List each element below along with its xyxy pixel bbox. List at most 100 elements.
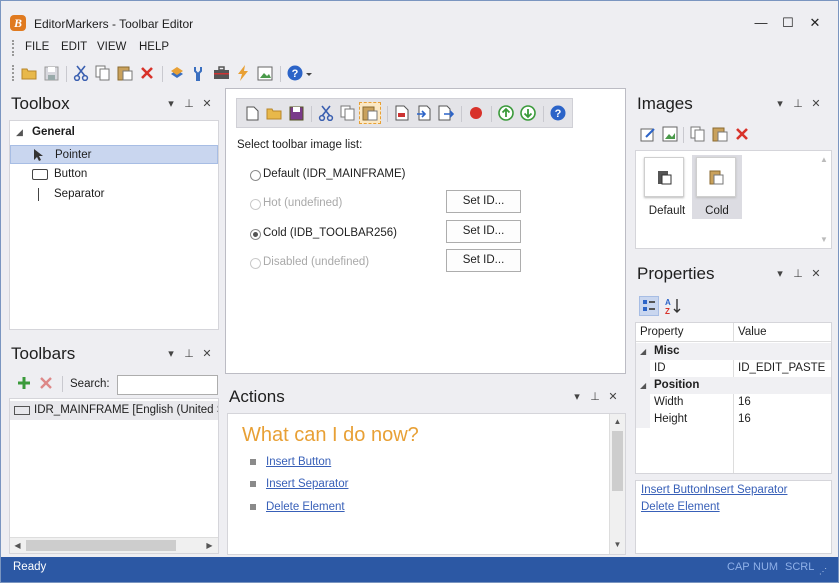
panel-close-icon[interactable]: ✕ bbox=[198, 97, 216, 110]
collapse-icon[interactable]: ◢ bbox=[640, 377, 646, 394]
layers-icon[interactable] bbox=[168, 64, 186, 82]
export-icon[interactable] bbox=[437, 104, 455, 122]
wrench-icon[interactable] bbox=[190, 64, 208, 82]
panel-close-icon[interactable]: ✕ bbox=[604, 390, 622, 403]
delete-element-link[interactable]: Delete Element bbox=[641, 501, 720, 513]
scroll-up-icon[interactable]: ▲ bbox=[820, 155, 828, 164]
menu-file[interactable]: FILE bbox=[25, 41, 49, 53]
panel-close-icon[interactable]: ✕ bbox=[198, 347, 216, 360]
insert-separator-link[interactable]: Insert Separator bbox=[266, 478, 348, 490]
pin-icon[interactable]: ⊥ bbox=[586, 390, 604, 403]
panel-close-icon[interactable]: ✕ bbox=[807, 267, 825, 280]
property-row[interactable]: ID ID_EDIT_PASTE bbox=[636, 360, 831, 377]
column-header-property[interactable]: Property bbox=[640, 326, 683, 338]
scroll-down-icon[interactable]: ▼ bbox=[820, 235, 828, 244]
image-list-radio-2[interactable] bbox=[250, 229, 261, 240]
arrow-down-icon[interactable] bbox=[519, 104, 537, 122]
scroll-right-icon[interactable]: ▶ bbox=[202, 538, 217, 553]
help-icon[interactable]: ? bbox=[286, 64, 304, 82]
scroll-left-icon[interactable]: ◀ bbox=[10, 538, 25, 553]
property-row[interactable]: Width 16 bbox=[636, 394, 831, 411]
copy-icon[interactable] bbox=[339, 104, 357, 122]
set-id-button-2[interactable]: Set ID... bbox=[446, 220, 521, 243]
image-list-option-label[interactable]: Default (IDR_MAINFRAME) bbox=[263, 168, 406, 180]
set-id-button-1[interactable]: Set ID... bbox=[446, 190, 521, 213]
panel-menu-icon[interactable]: ▾ bbox=[162, 97, 180, 110]
delete-icon[interactable] bbox=[733, 125, 751, 143]
insert-separator-link[interactable]: Insert Separator bbox=[705, 484, 787, 496]
image-list-option-label[interactable]: Disabled (undefined) bbox=[263, 256, 369, 268]
insert-button-link[interactable]: Insert Button bbox=[266, 456, 331, 468]
resize-grip-icon[interactable]: ⋰ bbox=[819, 567, 827, 576]
import-image-icon[interactable] bbox=[661, 125, 679, 143]
cut-icon[interactable] bbox=[317, 104, 335, 122]
add-toolbar-icon[interactable] bbox=[17, 376, 31, 393]
property-row[interactable]: Height 16 bbox=[636, 411, 831, 428]
scroll-thumb[interactable] bbox=[26, 540, 176, 551]
horizontal-scrollbar[interactable]: ◀ ▶ bbox=[10, 537, 218, 553]
title-bar[interactable]: B EditorMarkers - Toolbar Editor — ☐ ✕ bbox=[1, 1, 838, 35]
menu-help[interactable]: HELP bbox=[139, 41, 169, 53]
toolbox-item-separator[interactable]: Separator bbox=[10, 185, 218, 204]
close-button[interactable]: ✕ bbox=[805, 13, 825, 33]
panel-menu-icon[interactable]: ▾ bbox=[771, 267, 789, 280]
property-group-1[interactable]: ◢ Position bbox=[636, 377, 831, 394]
paste-icon[interactable] bbox=[116, 64, 134, 82]
categorized-icon[interactable] bbox=[639, 296, 659, 316]
minimize-button[interactable]: — bbox=[751, 13, 771, 33]
delete-icon[interactable] bbox=[138, 64, 156, 82]
paste-icon[interactable] bbox=[359, 102, 381, 124]
image-item-cold[interactable]: Cold bbox=[692, 155, 742, 219]
record-icon[interactable] bbox=[467, 104, 485, 122]
edit-image-icon[interactable] bbox=[639, 125, 657, 143]
set-id-button-3[interactable]: Set ID... bbox=[446, 249, 521, 272]
panel-menu-icon[interactable]: ▾ bbox=[771, 97, 789, 110]
image-list-radio-0[interactable] bbox=[250, 170, 261, 181]
toolbox-item-button[interactable]: Button bbox=[10, 165, 218, 184]
copy-icon[interactable] bbox=[689, 125, 707, 143]
toolbox-icon[interactable] bbox=[212, 64, 230, 82]
image-item-default[interactable]: Default bbox=[640, 155, 690, 219]
lightning-icon[interactable] bbox=[234, 64, 252, 82]
overflow-dropdown-icon[interactable] bbox=[304, 64, 314, 82]
pin-icon[interactable]: ⊥ bbox=[789, 267, 807, 280]
column-header-value[interactable]: Value bbox=[738, 326, 767, 338]
toolbox-group[interactable]: ◢ General bbox=[10, 123, 218, 142]
save-icon[interactable] bbox=[287, 104, 305, 122]
toolbox-item-pointer[interactable]: Pointer bbox=[10, 145, 218, 164]
menu-edit[interactable]: EDIT bbox=[61, 41, 87, 53]
image-list-option-label[interactable]: Cold (IDB_TOOLBAR256) bbox=[263, 227, 397, 239]
property-value[interactable]: 16 bbox=[738, 394, 751, 411]
print-preview-icon[interactable] bbox=[393, 104, 411, 122]
help-icon[interactable]: ? bbox=[549, 104, 567, 122]
vertical-scrollbar[interactable]: ▲ ▼ bbox=[817, 151, 831, 248]
property-group-0[interactable]: ◢ Misc bbox=[636, 343, 831, 360]
property-value[interactable]: ID_EDIT_PASTE bbox=[738, 360, 825, 377]
scroll-up-icon[interactable]: ▲ bbox=[610, 414, 625, 429]
panel-close-icon[interactable]: ✕ bbox=[807, 97, 825, 110]
sort-alphabetical-icon[interactable]: AZ bbox=[663, 296, 683, 316]
panel-menu-icon[interactable]: ▾ bbox=[162, 347, 180, 360]
image-list-option-label[interactable]: Hot (undefined) bbox=[263, 197, 342, 209]
maximize-button[interactable]: ☐ bbox=[778, 13, 798, 33]
scroll-down-icon[interactable]: ▼ bbox=[610, 537, 625, 552]
toolbar-search-input[interactable] bbox=[117, 375, 218, 395]
cut-icon[interactable] bbox=[72, 64, 90, 82]
insert-button-link[interactable]: Insert Button bbox=[641, 484, 706, 496]
scroll-thumb[interactable] bbox=[612, 431, 623, 491]
image-icon[interactable] bbox=[256, 64, 274, 82]
new-icon[interactable] bbox=[243, 104, 261, 122]
property-value[interactable]: 16 bbox=[738, 411, 751, 428]
import-icon[interactable] bbox=[415, 104, 433, 122]
delete-element-link[interactable]: Delete Element bbox=[266, 501, 345, 513]
collapse-icon[interactable]: ◢ bbox=[640, 343, 646, 360]
arrow-up-icon[interactable] bbox=[497, 104, 515, 122]
pin-icon[interactable]: ⊥ bbox=[180, 97, 198, 110]
copy-icon[interactable] bbox=[94, 64, 112, 82]
open-icon[interactable] bbox=[20, 64, 38, 82]
menu-view[interactable]: VIEW bbox=[97, 41, 126, 53]
toolbar-list-item[interactable]: IDR_MAINFRAME [English (United S bbox=[10, 401, 218, 420]
remove-toolbar-icon[interactable] bbox=[40, 377, 52, 392]
pin-icon[interactable]: ⊥ bbox=[789, 97, 807, 110]
save-icon[interactable] bbox=[42, 64, 60, 82]
